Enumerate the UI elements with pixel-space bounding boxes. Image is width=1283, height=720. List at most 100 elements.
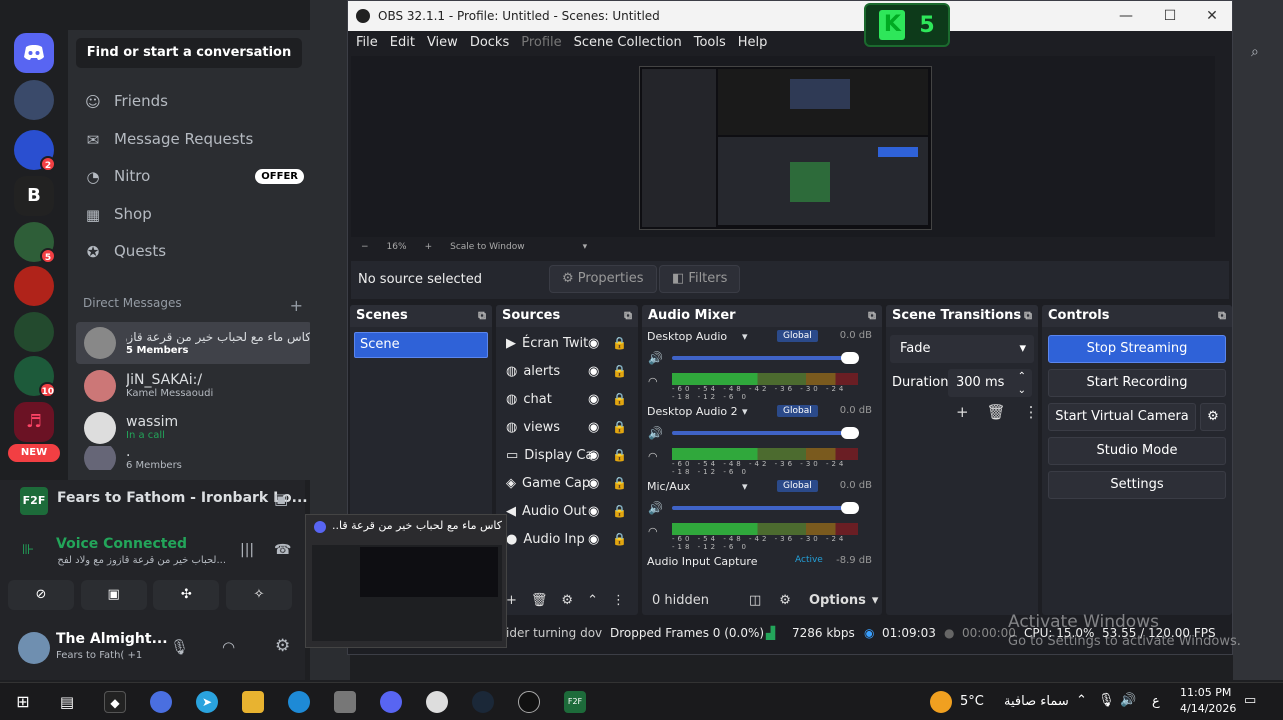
source-item[interactable]: ◈ Game Cap ◉ 🔒 xyxy=(496,469,638,497)
zoom-in-button[interactable]: + xyxy=(425,242,433,252)
language-indicator[interactable]: ع xyxy=(1152,694,1160,709)
eye-icon[interactable]: ◉ xyxy=(588,504,599,519)
headphones-icon[interactable]: ◠ xyxy=(648,450,658,463)
source-item[interactable]: ▶ Écran Twit ◉ 🔒 xyxy=(496,329,638,357)
chevron-down-icon[interactable]: ▾ xyxy=(742,405,748,418)
more-icon[interactable]: ⋮ xyxy=(612,593,625,608)
telegram-icon[interactable]: ➤ xyxy=(196,691,218,713)
scene-item[interactable]: Scene xyxy=(354,332,488,358)
menu-profile[interactable]: Profile xyxy=(521,31,569,55)
app-icon[interactable]: ◆ xyxy=(104,691,126,713)
add-dm-icon[interactable]: + xyxy=(290,296,303,315)
options-button[interactable]: Options xyxy=(809,593,866,608)
source-item[interactable]: ◍ views ◉ 🔒 xyxy=(496,413,638,441)
menu-view[interactable]: View xyxy=(427,31,466,55)
start-recording-button[interactable]: Start Recording xyxy=(1048,369,1226,397)
eye-icon[interactable]: ◉ xyxy=(588,364,599,379)
start-virtual-camera-button[interactable]: Start Virtual Camera xyxy=(1048,403,1196,431)
studio-mode-button[interactable]: Studio Mode xyxy=(1048,437,1226,465)
eye-icon[interactable]: ◉ xyxy=(588,336,599,351)
nav-quests[interactable]: ✪ Quests xyxy=(84,234,304,268)
chevron-up-icon[interactable]: ⌃ xyxy=(1076,693,1087,708)
clock-date[interactable]: 4/14/2026 xyxy=(1180,702,1236,715)
activity-action-icon[interactable]: ▣ xyxy=(274,490,288,508)
dm-item[interactable]: .6 Members xyxy=(76,446,312,470)
duration-spinbox[interactable]: 300 ms ⌃ ⌄ xyxy=(948,369,1032,397)
dm-item[interactable]: كاس ماء مع لحباب خير من قرعة قازوز مع ول… xyxy=(76,322,312,364)
undock-icon[interactable]: ⧉ xyxy=(1218,305,1226,327)
properties-button[interactable]: ⚙ Properties xyxy=(549,265,657,293)
dm-item[interactable]: wassim In a call xyxy=(76,407,312,449)
app-icon[interactable] xyxy=(334,691,356,713)
lock-icon[interactable]: 🔒 xyxy=(612,420,627,434)
source-item[interactable]: ◍ chat ◉ 🔒 xyxy=(496,385,638,413)
close-icon[interactable]: ✕ xyxy=(1190,1,1234,31)
gear-icon[interactable]: ⚙ xyxy=(561,593,573,608)
layout-icon[interactable]: ◫ xyxy=(749,593,761,608)
microphone-icon[interactable]: 🎙 xyxy=(1098,693,1115,708)
undock-icon[interactable]: ⧉ xyxy=(1024,305,1032,327)
user-avatar[interactable] xyxy=(18,632,50,664)
server-icon[interactable]: 2 xyxy=(14,130,56,172)
volume-icon[interactable]: 🔊 xyxy=(648,351,663,365)
find-conversation-search[interactable]: Find or start a conversation xyxy=(76,38,302,68)
app-icon[interactable] xyxy=(426,691,448,713)
nav-message-requests[interactable]: ✉ Message Requests xyxy=(84,122,304,156)
lock-icon[interactable]: 🔒 xyxy=(612,336,627,350)
menu-scene-collection[interactable]: Scene Collection xyxy=(574,31,690,55)
task-view-icon[interactable]: ▤ xyxy=(56,691,78,713)
gear-icon[interactable]: ⚙ xyxy=(1200,403,1226,431)
headphones-icon[interactable]: ◠ xyxy=(648,525,658,538)
transition-select[interactable]: Fade ▾ xyxy=(890,335,1034,363)
settings-button[interactable]: Settings xyxy=(1048,471,1226,499)
notification-icon[interactable]: ▭ xyxy=(1244,693,1256,708)
lock-icon[interactable]: 🔒 xyxy=(612,364,627,378)
minimize-icon[interactable]: — xyxy=(1104,1,1148,31)
move-up-icon[interactable]: ⌃ xyxy=(587,593,598,608)
camera-off-icon[interactable]: ⊘ xyxy=(8,580,74,610)
screenshare-icon[interactable]: ▣ xyxy=(80,580,147,610)
zoom-out-button[interactable]: − xyxy=(361,242,369,252)
server-icon[interactable]: 10 xyxy=(14,356,56,398)
volume-slider[interactable] xyxy=(672,352,859,364)
undock-icon[interactable]: ⧉ xyxy=(868,305,876,327)
server-icon[interactable]: 5 xyxy=(14,222,56,264)
undock-icon[interactable]: ⧉ xyxy=(624,305,632,327)
server-icon[interactable]: B xyxy=(14,176,54,216)
obs-icon[interactable] xyxy=(518,691,540,713)
trash-icon[interactable]: 🗑 xyxy=(987,403,1006,421)
lock-icon[interactable]: 🔒 xyxy=(612,504,627,518)
taskbar-thumbnail[interactable]: كاس ماء مع لحباب خير من قرعة قا... xyxy=(305,514,507,648)
trash-icon[interactable]: 🗑 xyxy=(531,593,548,608)
chevron-down-icon[interactable]: ▾ xyxy=(872,593,879,608)
file-explorer-icon[interactable] xyxy=(242,691,264,713)
steam-icon[interactable] xyxy=(472,691,494,713)
volume-slider[interactable] xyxy=(672,502,859,514)
chevron-down-icon[interactable]: ▾ xyxy=(742,330,748,343)
more-icon[interactable]: ⋮ xyxy=(1024,403,1039,421)
stop-streaming-button[interactable]: Stop Streaming xyxy=(1048,335,1226,363)
menu-edit[interactable]: Edit xyxy=(390,31,423,55)
clock-time[interactable]: 11:05 PM xyxy=(1180,686,1231,699)
nav-shop[interactable]: ▦ Shop xyxy=(84,197,304,231)
menu-tools[interactable]: Tools xyxy=(694,31,734,55)
preview-canvas[interactable] xyxy=(351,56,1215,237)
activities-icon[interactable]: ✣ xyxy=(153,580,220,610)
chevron-down-icon[interactable]: ▾ xyxy=(583,242,588,252)
lock-icon[interactable]: 🔒 xyxy=(612,448,627,462)
voice-wave-icon[interactable]: ||| xyxy=(240,542,254,558)
lock-icon[interactable]: 🔒 xyxy=(612,532,627,546)
add-icon[interactable]: + xyxy=(956,403,969,421)
lock-icon[interactable]: 🔒 xyxy=(612,392,627,406)
scale-to-window-select[interactable]: Scale to Window xyxy=(450,242,524,252)
edge-icon[interactable] xyxy=(288,691,310,713)
eye-icon[interactable]: ◉ xyxy=(588,532,599,547)
music-server-icon[interactable]: ♬ xyxy=(14,402,54,442)
discord-icon[interactable] xyxy=(380,691,402,713)
spin-down-icon[interactable]: ⌄ xyxy=(1018,377,1026,405)
headphones-icon[interactable]: ◠ xyxy=(222,638,235,656)
server-icon[interactable] xyxy=(14,266,54,306)
filters-button[interactable]: ◧ Filters xyxy=(659,265,741,293)
search-icon[interactable]: ⌕ xyxy=(1251,44,1259,60)
source-item[interactable]: ◍ alerts ◉ 🔒 xyxy=(496,357,638,385)
